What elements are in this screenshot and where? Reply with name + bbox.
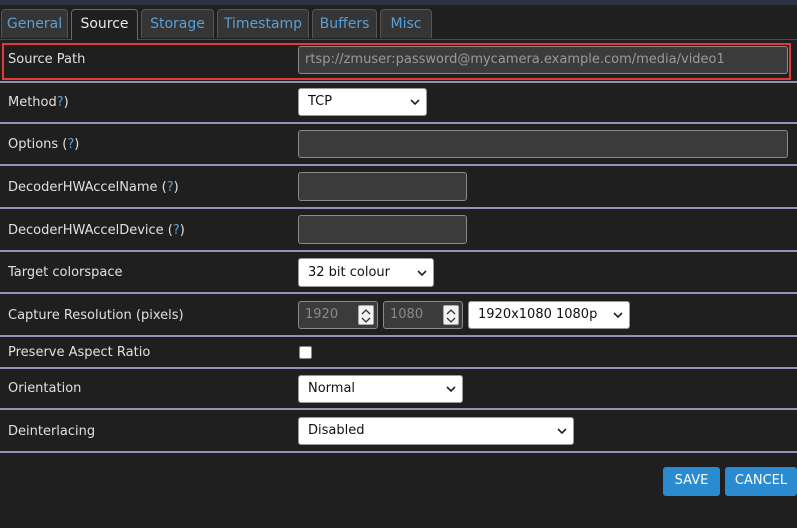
colorspace-label: Target colorspace [8,265,123,280]
tab-general[interactable]: General [1,9,68,38]
capture-resolution-label: Capture Resolution (pixels) [8,308,184,323]
chevron-down-icon [613,312,623,318]
width-value: 1920 [305,307,339,322]
row-options: Options (?) [0,124,797,166]
height-stepper[interactable]: 1080 [383,301,463,329]
source-path-label: Source Path [8,52,86,67]
row-capture-resolution: Capture Resolution (pixels) 1920 1080 19… [0,294,797,337]
save-button[interactable]: SAVE [663,467,720,496]
row-method: Method?) TCP [0,83,797,124]
help-link[interactable]: ? [167,180,174,195]
deinterlacing-select[interactable]: Disabled [298,417,574,445]
spinner-arrows-icon[interactable] [443,305,459,325]
up-down-arrows-icon [446,309,456,323]
resolution-preset-value: 1920x1080 1080p [478,307,598,322]
decoder-device-label-text: DecoderHWAccelDevice ( [8,223,173,238]
deinterlacing-label: Deinterlacing [8,424,96,439]
decoder-name-label-suffix: ) [173,180,179,195]
colorspace-select[interactable]: 32 bit colour [298,258,434,287]
orientation-label: Orientation [8,381,82,396]
chevron-down-icon [557,428,567,434]
decoder-name-input[interactable] [298,172,467,201]
tab-buffers[interactable]: Buffers [312,9,377,38]
up-down-arrows-icon [361,309,371,323]
row-decoder-device: DecoderHWAccelDevice (?) [0,209,797,252]
method-select[interactable]: TCP [298,88,427,116]
tab-misc[interactable]: Misc [380,9,432,38]
method-label-suffix: ) [63,95,69,110]
method-label-text: Method [8,95,57,110]
chevron-down-icon [417,269,427,276]
row-deinterlacing: Deinterlacing Disabled [0,410,797,453]
row-colorspace: Target colorspace 32 bit colour [0,252,797,294]
top-bar-edge [0,0,797,5]
row-source-path: Source Path rtsp://zmuser:password@mycam… [0,40,797,83]
method-select-value: TCP [308,94,333,109]
help-link[interactable]: ? [173,223,180,238]
tab-bar: General Source Storage Timestamp Buffers… [0,9,797,40]
width-stepper[interactable]: 1920 [298,301,378,329]
options-label-text: Options ( [8,137,68,152]
help-link[interactable]: ? [57,95,64,110]
chevron-down-icon [446,386,456,392]
decoder-name-label-text: DecoderHWAccelName ( [8,180,167,195]
orientation-select-value: Normal [308,381,356,396]
options-input[interactable] [298,130,788,158]
preserve-aspect-label: Preserve Aspect Ratio [8,345,151,360]
options-label-suffix: ) [74,137,80,152]
row-preserve-aspect: Preserve Aspect Ratio [0,337,797,369]
method-label: Method?) [8,95,69,110]
source-path-input[interactable]: rtsp://zmuser:password@mycamera.example.… [298,46,788,74]
colorspace-select-value: 32 bit colour [308,265,391,280]
row-decoder-name: DecoderHWAccelName (?) [0,166,797,209]
orientation-select[interactable]: Normal [298,375,463,403]
spinner-arrows-icon[interactable] [358,305,374,325]
row-orientation: Orientation Normal [0,369,797,410]
decoder-device-label: DecoderHWAccelDevice (?) [8,223,185,238]
deinterlacing-select-value: Disabled [308,423,365,438]
decoder-device-input[interactable] [298,215,467,244]
tab-storage[interactable]: Storage [141,9,214,38]
height-value: 1080 [390,307,424,322]
decoder-name-label: DecoderHWAccelName (?) [8,180,179,195]
preserve-aspect-checkbox[interactable] [299,346,312,359]
tab-timestamp[interactable]: Timestamp [217,9,309,38]
resolution-preset-select[interactable]: 1920x1080 1080p [468,301,630,329]
decoder-device-label-suffix: ) [179,223,185,238]
cancel-button[interactable]: CANCEL [725,467,797,496]
chevron-down-icon [410,99,420,105]
tab-source[interactable]: Source [71,9,138,40]
options-label: Options (?) [8,137,79,152]
